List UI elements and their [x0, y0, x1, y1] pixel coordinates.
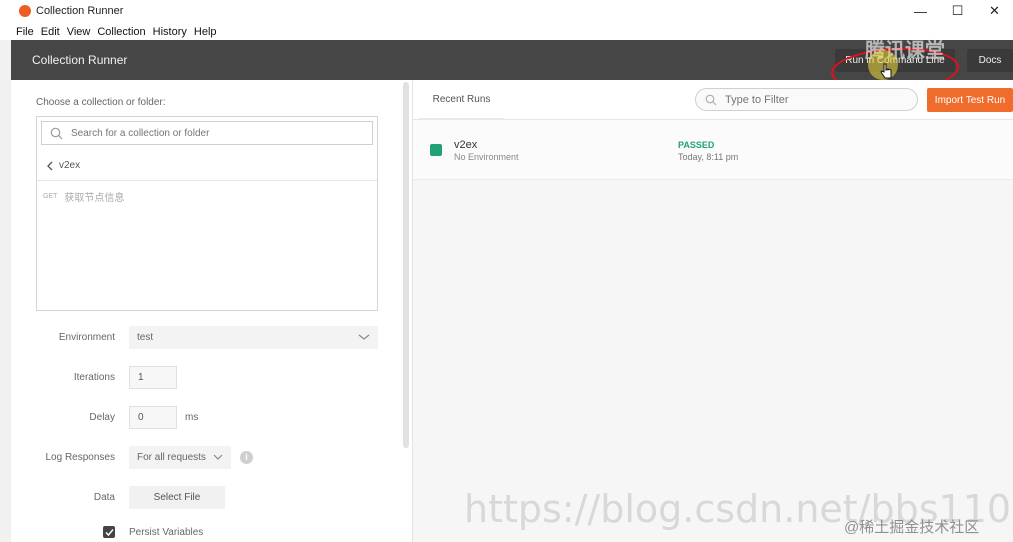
postman-logo-icon — [19, 5, 31, 17]
recent-runs-panel: Recent Runs Import Test Run v2ex No Envi… — [412, 80, 1013, 542]
minimize-button[interactable]: — — [902, 0, 939, 22]
window-title: Collection Runner — [36, 5, 124, 17]
menu-collection[interactable]: Collection — [97, 26, 145, 38]
chevron-down-icon — [213, 453, 223, 461]
page-title: Collection Runner — [32, 53, 128, 67]
window-titlebar: Collection Runner — ☐ ✕ — [0, 0, 1013, 22]
delay-input[interactable]: 0 — [129, 406, 177, 429]
runs-filter[interactable] — [695, 88, 918, 111]
collection-search[interactable] — [41, 121, 373, 145]
docs-button[interactable]: Docs — [967, 49, 1013, 72]
info-icon[interactable]: i — [240, 451, 253, 464]
hand-cursor-icon — [880, 63, 892, 79]
log-responses-select[interactable]: For all requests — [129, 446, 231, 469]
request-name: 获取节点信息 — [64, 193, 125, 204]
select-file-button[interactable]: Select File — [129, 486, 225, 509]
runs-tabbar: Recent Runs Import Test Run — [413, 80, 1013, 120]
runner-config-panel: Choose a collection or folder: v2ex GET … — [11, 80, 405, 542]
run-status-indicator — [430, 144, 442, 156]
iterations-input[interactable]: 1 — [129, 366, 177, 389]
persist-variables-row[interactable]: Persist Variables — [103, 526, 203, 538]
delay-label: Delay — [89, 412, 115, 423]
menu-view[interactable]: View — [67, 26, 91, 38]
search-icon — [705, 94, 717, 106]
collection-breadcrumb[interactable]: v2ex — [37, 151, 377, 181]
window-controls: — ☐ ✕ — [902, 0, 1013, 22]
log-responses-value: For all requests — [137, 452, 206, 463]
maximize-button[interactable]: ☐ — [939, 0, 976, 22]
menu-file[interactable]: File — [16, 26, 34, 38]
runner-header: Collection Runner Run in Command Line Do… — [11, 40, 1013, 96]
chevron-down-icon — [358, 332, 370, 342]
data-label: Data — [93, 492, 115, 503]
collection-picker: v2ex GET 获取节点信息 — [36, 116, 378, 311]
search-icon — [50, 127, 63, 140]
tab-recent-runs[interactable]: Recent Runs — [419, 80, 504, 120]
run-status: PASSED — [678, 140, 715, 150]
menu-help[interactable]: Help — [194, 26, 217, 38]
persist-variables-checkbox[interactable] — [103, 526, 115, 538]
choose-collection-label: Choose a collection or folder: — [36, 97, 166, 108]
filter-input[interactable] — [725, 93, 905, 106]
run-name: v2ex — [454, 139, 478, 151]
left-panel-scrollbar[interactable] — [403, 82, 409, 448]
chevron-left-icon[interactable] — [45, 161, 55, 171]
iterations-label: Iterations — [73, 372, 115, 383]
import-test-run-button[interactable]: Import Test Run — [927, 88, 1013, 112]
run-timestamp: Today, 8:11 pm — [678, 152, 739, 162]
environment-label: Environment — [58, 332, 115, 343]
run-list-item[interactable]: v2ex No Environment PASSED Today, 8:11 p… — [413, 120, 1013, 180]
run-environment: No Environment — [454, 152, 519, 162]
log-responses-label: Log Responses — [45, 452, 116, 463]
collection-search-input[interactable] — [71, 127, 361, 139]
close-button[interactable]: ✕ — [976, 0, 1013, 22]
menu-history[interactable]: History — [153, 26, 187, 38]
menu-bar: File Edit View Collection History Help — [0, 24, 1013, 40]
environment-select[interactable]: test — [129, 326, 378, 349]
breadcrumb-collection-name: v2ex — [59, 160, 81, 171]
request-item[interactable]: GET 获取节点信息 — [43, 189, 124, 204]
environment-value: test — [137, 332, 154, 343]
persist-variables-label: Persist Variables — [129, 526, 204, 538]
watermark-community: @稀土掘金技术社区 — [844, 519, 980, 536]
menu-edit[interactable]: Edit — [41, 26, 60, 38]
request-method: GET — [43, 193, 58, 200]
delay-unit: ms — [185, 412, 199, 423]
left-edge — [0, 40, 11, 542]
